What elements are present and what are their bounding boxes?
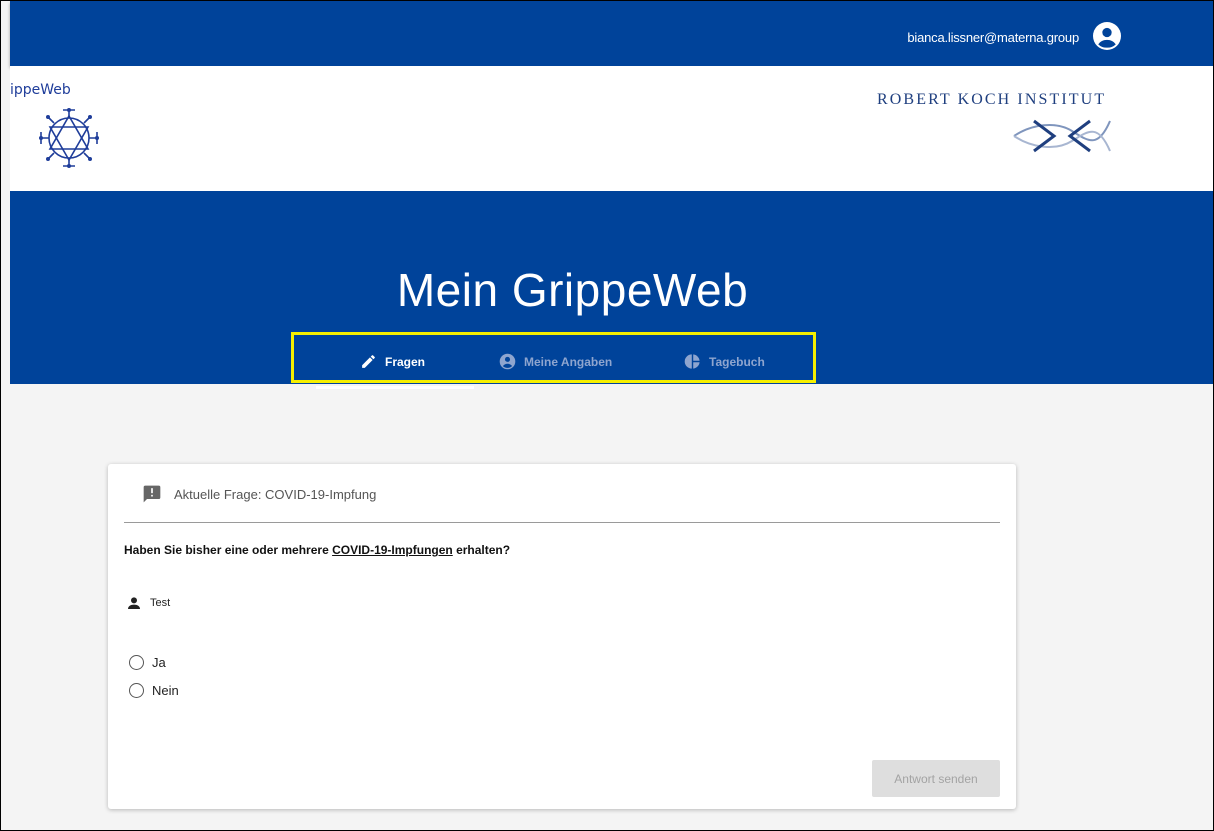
question-prefix: Haben Sie bisher eine oder mehrere: [124, 543, 333, 557]
option-nein[interactable]: Nein: [129, 683, 179, 698]
browser-frame: bianca.lissner@materna.group ippeWeb ROB…: [0, 0, 1214, 831]
grippeweb-emblem-icon[interactable]: [33, 104, 105, 172]
hero-banner: Mein GrippeWeb Fragen Meine Angaben Tage…: [10, 191, 1213, 389]
question-suffix: erhalten?: [452, 543, 511, 557]
option-ja-label: Ja: [152, 655, 166, 670]
covid-vaccination-link[interactable]: COVID-19-Impfungen: [332, 543, 453, 557]
user-email[interactable]: bianca.lissner@materna.group: [907, 30, 1079, 45]
person-row: Test: [126, 595, 170, 611]
tab-meine-angaben-label: Meine Angaben: [524, 354, 613, 369]
grippeweb-logo-text[interactable]: ippeWeb: [10, 82, 71, 98]
radio-ja[interactable]: [129, 655, 144, 670]
card-header-label: Aktuelle Frage: COVID-19-Impfung: [174, 486, 377, 502]
question-text: Haben Sie bisher eine oder mehrere COVID…: [124, 543, 510, 557]
top-user-bar: bianca.lissner@materna.group: [10, 1, 1213, 66]
pie-chart-icon: [684, 354, 700, 369]
logo-header: ippeWeb ROBERT KOCH INSTITUT: [10, 66, 1213, 191]
question-card: Aktuelle Frage: COVID-19-Impfung Haben S…: [108, 464, 1016, 809]
person-icon: [128, 597, 140, 609]
option-nein-label: Nein: [152, 683, 179, 698]
page-title: Mein GrippeWeb: [396, 264, 749, 316]
rki-logo-text[interactable]: ROBERT KOCH INSTITUT: [877, 91, 1106, 109]
tab-tagebuch[interactable]: Tagebuch: [684, 353, 765, 370]
option-ja[interactable]: Ja: [129, 655, 166, 670]
pencil-icon: [362, 355, 375, 368]
tab-fragen[interactable]: Fragen: [360, 353, 425, 370]
radio-nein[interactable]: [129, 683, 144, 698]
feedback-icon: [143, 485, 161, 503]
card-header: Aktuelle Frage: COVID-19-Impfung: [142, 484, 376, 504]
active-tab-indicator: [316, 386, 474, 389]
account-circle-icon[interactable]: [1093, 22, 1121, 50]
tab-tagebuch-label: Tagebuch: [709, 354, 765, 369]
account-circle-icon: [499, 353, 516, 370]
rki-logo-mark-icon: [1013, 119, 1111, 153]
divider: [124, 522, 1000, 523]
person-name: Test: [150, 597, 171, 609]
submit-answer-button[interactable]: Antwort senden: [872, 760, 1000, 797]
tab-meine-angaben[interactable]: Meine Angaben: [499, 353, 612, 370]
tab-fragen-label: Fragen: [385, 354, 426, 369]
